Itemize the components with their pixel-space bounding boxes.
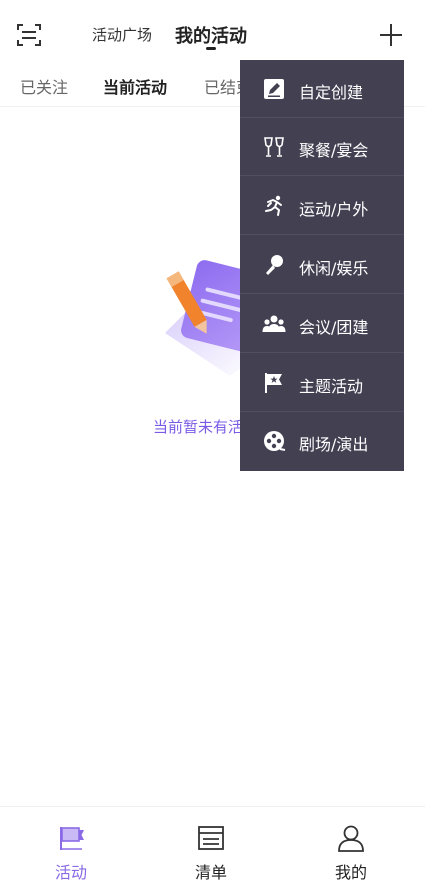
- nav-list[interactable]: 清单: [166, 807, 256, 890]
- menu-item-dining[interactable]: 聚餐/宴会: [240, 118, 404, 176]
- flag-icon: [60, 827, 84, 850]
- menu-item-meeting[interactable]: 会议/团建: [240, 295, 404, 353]
- menu-item-label: 剧场/演出: [299, 435, 369, 454]
- menu-item-theater[interactable]: 剧场/演出: [240, 412, 404, 470]
- film-reel-icon: [264, 431, 286, 451]
- scan-icon[interactable]: [14, 20, 44, 50]
- subtab-current[interactable]: 当前活动: [103, 74, 167, 98]
- menu-item-label: 运动/户外: [299, 200, 369, 219]
- nav-label: 清单: [194, 863, 227, 882]
- menu-item-theme[interactable]: 主题活动: [240, 354, 404, 412]
- group-icon: [262, 315, 286, 332]
- tab-my-activities[interactable]: 我的活动: [175, 22, 247, 48]
- menu-item-label: 自定创建: [299, 83, 364, 102]
- cheers-icon: [264, 137, 284, 157]
- tab-indicator: [206, 47, 216, 50]
- menu-item-custom-create[interactable]: 自定创建: [240, 60, 404, 118]
- nav-profile[interactable]: 我的: [306, 807, 396, 890]
- menu-item-label: 聚餐/宴会: [299, 141, 369, 160]
- subtab-followed[interactable]: 已关注: [20, 74, 68, 98]
- star-flag-icon: [265, 373, 282, 393]
- edit-icon: [264, 79, 284, 99]
- list-icon: [198, 826, 224, 850]
- user-icon: [338, 825, 364, 852]
- menu-item-label: 休闲/娱乐: [299, 259, 369, 278]
- menu-item-leisure[interactable]: 休闲/娱乐: [240, 236, 404, 294]
- microphone-icon: [266, 255, 283, 275]
- create-activity-menu: 自定创建 聚餐/宴会 运动/户外 休闲/娱乐 会议/团建 主题活动 剧场/演出: [240, 60, 404, 471]
- running-icon: [265, 195, 282, 216]
- tab-activity-plaza[interactable]: 活动广场: [92, 24, 152, 45]
- nav-label: 活动: [54, 863, 87, 882]
- menu-item-label: 会议/团建: [299, 318, 369, 337]
- menu-item-sports[interactable]: 运动/户外: [240, 177, 404, 235]
- bottom-navigation: 活动 清单 我的: [0, 806, 425, 890]
- nav-activities[interactable]: 活动: [26, 807, 116, 890]
- top-header: 活动广场 我的活动: [0, 0, 425, 64]
- nav-label: 我的: [334, 863, 367, 882]
- menu-item-label: 主题活动: [299, 377, 364, 396]
- plus-icon[interactable]: [378, 22, 404, 48]
